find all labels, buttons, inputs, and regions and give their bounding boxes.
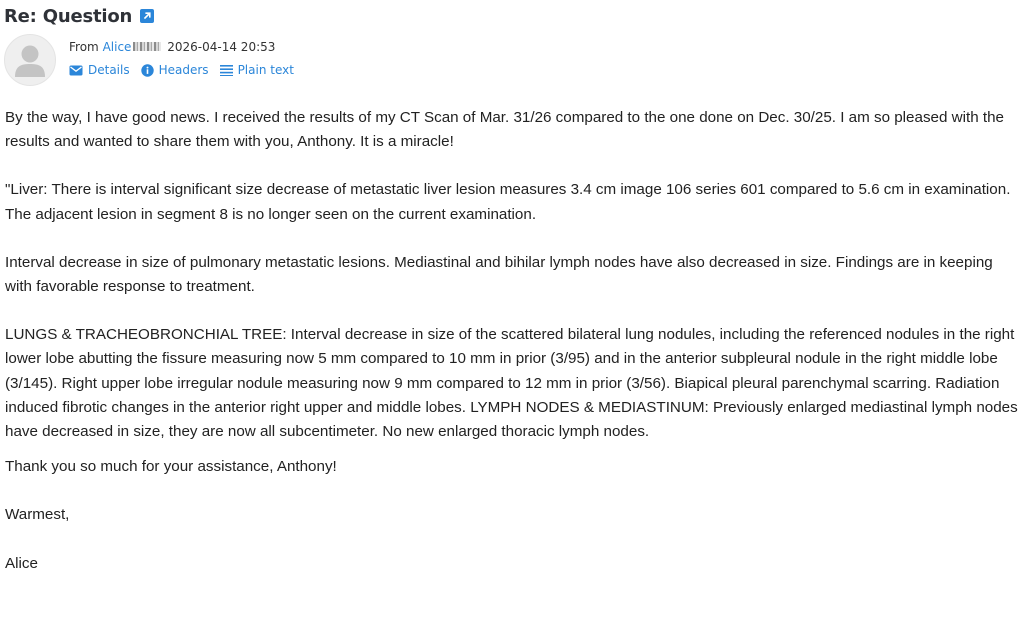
body-paragraph: Interval decrease in size of pulmonary m… xyxy=(5,253,993,296)
signature: Alice xyxy=(5,554,38,572)
body-paragraph: LUNGS & TRACHEOBRONCHIAL TREE: Interval … xyxy=(5,326,1018,441)
lines-icon xyxy=(219,65,233,76)
external-link-icon[interactable] xyxy=(140,9,155,23)
sender-name[interactable]: Alice xyxy=(103,40,132,54)
body-paragraph: Warmest, xyxy=(5,506,70,524)
message-meta: From Alice 2026-04-14 20:53 Details Head… xyxy=(69,39,305,77)
body-paragraph: By the way, I have good news. I received… xyxy=(5,109,1004,151)
redacted-address xyxy=(133,42,162,51)
plain-text-link[interactable]: Plain text xyxy=(219,63,294,77)
plain-text-label: Plain text xyxy=(237,63,294,77)
envelope-icon xyxy=(69,65,83,75)
message-body: By the way, I have good news. I received… xyxy=(5,106,1023,576)
message-subject: Re: Question xyxy=(4,5,133,27)
person-silhouette-icon xyxy=(15,45,45,77)
header-links: Details Headers Plain text xyxy=(69,63,305,77)
avatar xyxy=(4,34,56,86)
details-link[interactable]: Details xyxy=(69,63,130,77)
message-date: 2026-04-14 20:53 xyxy=(167,40,276,54)
sender-line: From Alice 2026-04-14 20:53 xyxy=(69,39,305,55)
from-label: From xyxy=(69,40,99,54)
headers-link[interactable]: Headers xyxy=(140,63,209,77)
subject-row: Re: Question xyxy=(4,3,155,29)
details-label: Details xyxy=(88,63,130,77)
headers-label: Headers xyxy=(158,63,209,77)
body-paragraph: "Liver: There is interval significant si… xyxy=(5,181,1011,223)
body-paragraph: Thank you so much for your assistance, A… xyxy=(5,458,337,476)
info-icon xyxy=(140,63,154,77)
